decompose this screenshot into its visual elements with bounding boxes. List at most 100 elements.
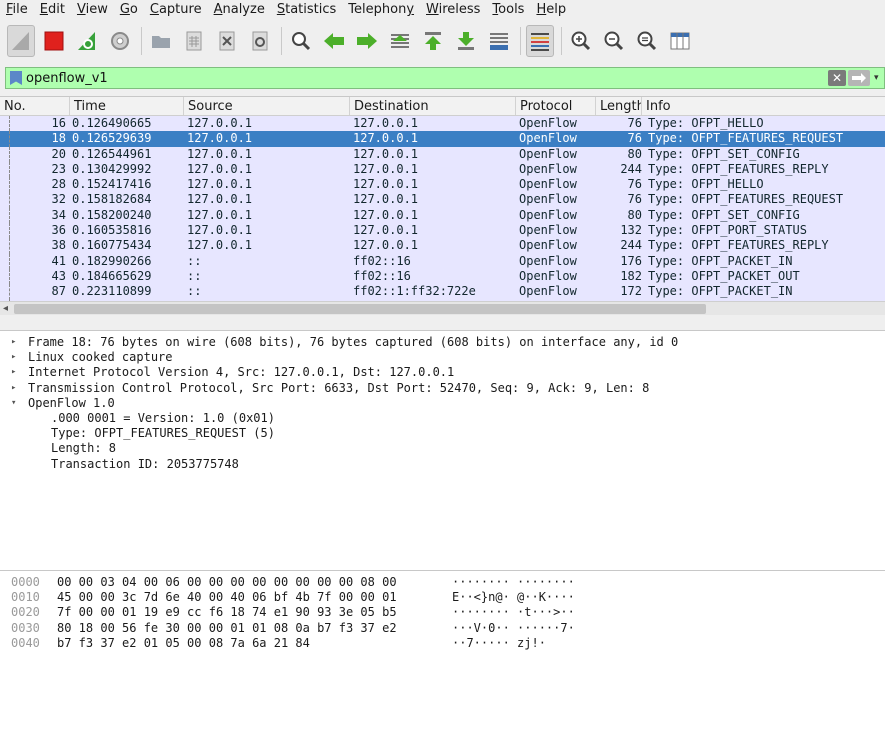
- conversation-line: [9, 207, 10, 224]
- packet-cell-protocol: OpenFlow: [519, 192, 577, 207]
- restart-fin-icon: [78, 32, 95, 50]
- packet-bytes-pane: 0000 00 00 03 04 00 06 00 00 00 00 00 00 …: [0, 570, 885, 750]
- packet-cell-time: 0.158182684: [72, 192, 152, 207]
- open-file-button[interactable]: [147, 25, 175, 57]
- display-filter-input[interactable]: [26, 68, 828, 88]
- menu-capture[interactable]: Capture: [150, 1, 202, 18]
- chevron-down-icon[interactable]: ▾: [11, 396, 16, 411]
- colorize-button[interactable]: [526, 25, 554, 57]
- zoom-out-button[interactable]: [600, 25, 628, 57]
- packet-row[interactable]: 28 0.152417416 127.0.0.1 127.0.0.1 OpenFlow 7…: [0, 177, 885, 193]
- go-forward-button[interactable]: [353, 25, 381, 57]
- packet-row[interactable]: 18 0.126529639 127.0.0.1 127.0.0.1 OpenFlow 7…: [0, 131, 885, 147]
- packet-row[interactable]: 41 0.182990266:: ff02::16 OpenFlow 176 Type: …: [0, 253, 885, 269]
- column-header-source[interactable]: Source: [184, 97, 350, 115]
- packet-row[interactable]: 87 0.223110899:: ff02::1:ff32:722e OpenFlow…: [0, 284, 885, 300]
- clear-filter-button[interactable]: ✕: [828, 70, 846, 86]
- packet-row[interactable]: 38 0.160775434 127.0.0.1 127.0.0.1 OpenFlow 2…: [0, 238, 885, 254]
- packet-row[interactable]: 43 0.184665629:: ff02::16 OpenFlow 182 Type: …: [0, 268, 885, 285]
- first-packet-button[interactable]: [419, 25, 447, 57]
- packet-cell-source: ::: [187, 284, 202, 299]
- chevron-right-icon[interactable]: ▸: [11, 381, 16, 396]
- detail-tree-item[interactable]: ▸ Internet Protocol Version 4, Src: 127.0…: [0, 365, 885, 380]
- menu-help[interactable]: Help: [536, 1, 566, 18]
- go-back-button[interactable]: [320, 25, 348, 57]
- close-icon: ✕: [831, 71, 843, 85]
- packet-cell-info: Type: OFPT_SET_CONFIG: [648, 146, 800, 161]
- stop-capture-button[interactable]: [40, 25, 68, 57]
- hex-row[interactable]: 0030 80 18 00 56 fe 30 00 00 01 01 08 0a …: [0, 621, 885, 636]
- close-file-button[interactable]: [213, 25, 241, 57]
- chevron-right-icon[interactable]: ▸: [11, 350, 16, 365]
- packet-cell-info: Type: OFPT_PACKET_OUT: [648, 268, 800, 283]
- conversation-line: [9, 253, 10, 269]
- detail-field[interactable]: Transaction ID: 2053775748: [0, 457, 885, 472]
- menu-edit[interactable]: Edit: [40, 1, 65, 18]
- menu-file[interactable]: File: [6, 1, 28, 18]
- detail-field[interactable]: Type: OFPT_FEATURES_REQUEST (5): [0, 426, 885, 441]
- menu-tools[interactable]: Tools: [492, 1, 524, 18]
- packet-row[interactable]: 32 0.158182684 127.0.0.1 127.0.0.1 OpenFlow 7…: [0, 192, 885, 208]
- packet-row[interactable]: 16 0.126490665 127.0.0.1 127.0.0.1 OpenFlow 7…: [0, 116, 885, 132]
- scroll-left-icon[interactable]: ◂: [3, 303, 8, 314]
- hex-bytes: b7 f3 37 e2 01 05 00 08 7a 6a 21 84: [57, 635, 310, 650]
- detail-text: .000 0001 = Version: 1.0 (0x01): [51, 410, 275, 425]
- menu-go[interactable]: Go: [120, 1, 138, 18]
- find-packet-button[interactable]: [287, 25, 315, 57]
- arrow-right-icon: [357, 33, 377, 49]
- detail-tree-item[interactable]: ▸ Frame 18: 76 bytes on wire (608 bits), …: [0, 335, 885, 350]
- menu-analyze[interactable]: Analyze: [214, 1, 265, 18]
- bookmark-icon[interactable]: [10, 71, 22, 85]
- packet-row[interactable]: 36 0.160535816 127.0.0.1 127.0.0.1 OpenFlow 1…: [0, 223, 885, 239]
- packet-row[interactable]: 20 0.126544961 127.0.0.1 127.0.0.1 OpenFlow 8…: [0, 146, 885, 162]
- detail-field[interactable]: Length: 8: [0, 441, 885, 456]
- menu-wireless[interactable]: Wireless: [426, 1, 480, 18]
- detail-tree-item[interactable]: ▸ Linux cooked capture: [0, 350, 885, 365]
- packet-cell-time: 0.126490665: [72, 116, 152, 130]
- menu-view[interactable]: View: [77, 1, 108, 18]
- horizontal-scrollbar[interactable]: ◂: [0, 301, 885, 315]
- packet-cell-source: 127.0.0.1: [187, 192, 253, 207]
- conversation-line: [9, 284, 10, 300]
- zoom-reset-button[interactable]: [633, 25, 661, 57]
- scrollbar-thumb[interactable]: [14, 304, 706, 314]
- chevron-right-icon[interactable]: ▸: [11, 335, 16, 350]
- packet-cell-source: 127.0.0.1: [187, 116, 253, 130]
- zoom-in-button[interactable]: [567, 25, 595, 57]
- packet-cell-source: 127.0.0.1: [187, 177, 253, 192]
- column-header-no[interactable]: No.: [0, 97, 70, 115]
- chevron-right-icon[interactable]: ▸: [11, 365, 16, 380]
- restart-capture-button[interactable]: [73, 25, 101, 57]
- packet-cell-time: 0.152417416: [72, 177, 152, 192]
- last-packet-button[interactable]: [452, 25, 480, 57]
- detail-tree-item[interactable]: ▸ Transmission Control Protocol, Src Port…: [0, 381, 885, 396]
- hex-row[interactable]: 0020 7f 00 00 01 19 e9 cc f6 18 74 e1 90 …: [0, 605, 885, 620]
- hex-row[interactable]: 0000 00 00 03 04 00 06 00 00 00 00 00 00 …: [0, 575, 885, 590]
- packet-cell-info: Type: OFPT_FEATURES_REPLY: [648, 238, 829, 253]
- start-capture-button[interactable]: [7, 25, 35, 57]
- stop-icon: [44, 31, 64, 51]
- save-file-button[interactable]: [180, 25, 208, 57]
- detail-field[interactable]: .000 0001 = Version: 1.0 (0x01): [0, 411, 885, 426]
- hex-row[interactable]: 0010 45 00 00 3c 7d 6e 40 00 40 06 bf 4b …: [0, 590, 885, 605]
- column-header-time[interactable]: Time: [70, 97, 184, 115]
- menu-telephony[interactable]: Telephony: [348, 1, 414, 18]
- column-header-destination[interactable]: Destination: [350, 97, 516, 115]
- packet-row[interactable]: 34 0.158200240 127.0.0.1 127.0.0.1 OpenFlow 8…: [0, 207, 885, 224]
- column-header-info[interactable]: Info: [642, 97, 885, 115]
- apply-filter-button[interactable]: [848, 70, 870, 86]
- column-header-length[interactable]: Length: [596, 97, 642, 115]
- capture-options-button[interactable]: [106, 25, 134, 57]
- hex-row[interactable]: 0040 b7 f3 37 e2 01 05 00 08 7a 6a 21 84 ·…: [0, 636, 885, 651]
- menu-statistics[interactable]: Statistics: [277, 1, 336, 18]
- auto-scroll-button[interactable]: [485, 25, 513, 57]
- packet-row[interactable]: 23 0.130429992 127.0.0.1 127.0.0.1 OpenFlow 2…: [0, 161, 885, 178]
- resize-columns-button[interactable]: [666, 25, 694, 57]
- go-to-packet-button[interactable]: [386, 25, 414, 57]
- column-header-protocol[interactable]: Protocol: [516, 97, 596, 115]
- conversation-line: [9, 223, 10, 239]
- packet-cell-protocol: OpenFlow: [519, 131, 577, 146]
- reload-file-button[interactable]: [246, 25, 274, 57]
- chevron-down-icon[interactable]: ▾: [874, 73, 884, 83]
- detail-tree-item[interactable]: ▾ OpenFlow 1.0: [0, 396, 885, 411]
